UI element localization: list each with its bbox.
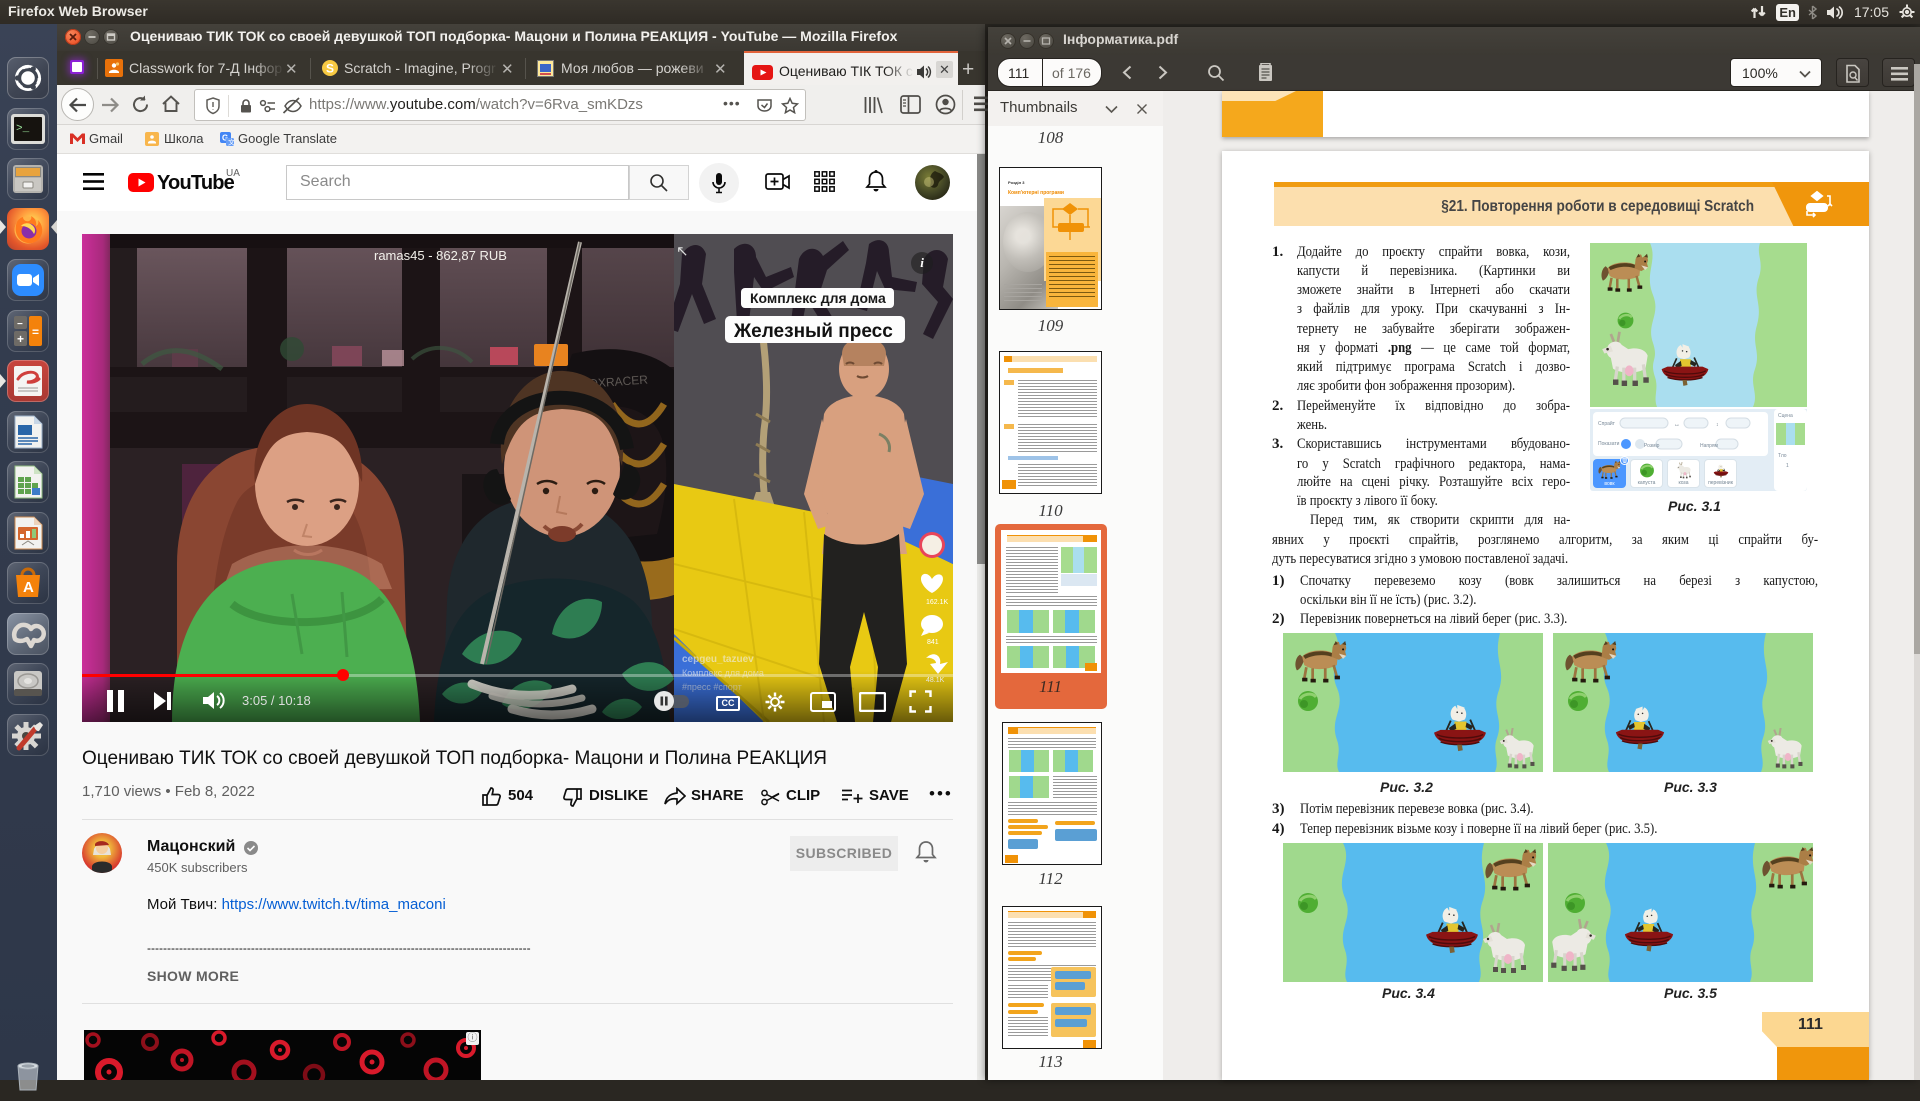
- svg-text:A: A: [23, 579, 34, 596]
- svg-text:=: =: [32, 325, 39, 339]
- svg-text:162.1K: 162.1K: [926, 599, 949, 606]
- svg-text:S: S: [326, 62, 334, 76]
- svg-text:>_: >_: [16, 123, 30, 135]
- svg-text:Железный пресс: Железный пресс: [733, 321, 893, 342]
- svg-text:Комплекс для дома: Комплекс для дома: [750, 290, 886, 306]
- svg-text:ramas45 - 862,87 RUB: ramas45 - 862,87 RUB: [374, 248, 507, 263]
- svg-text:文: 文: [228, 138, 234, 147]
- svg-text:841: 841: [927, 639, 939, 646]
- svg-text:−: −: [17, 319, 23, 330]
- svg-text:+: +: [17, 332, 24, 346]
- svg-text:cepgeu_tazuev: cepgeu_tazuev: [682, 654, 754, 665]
